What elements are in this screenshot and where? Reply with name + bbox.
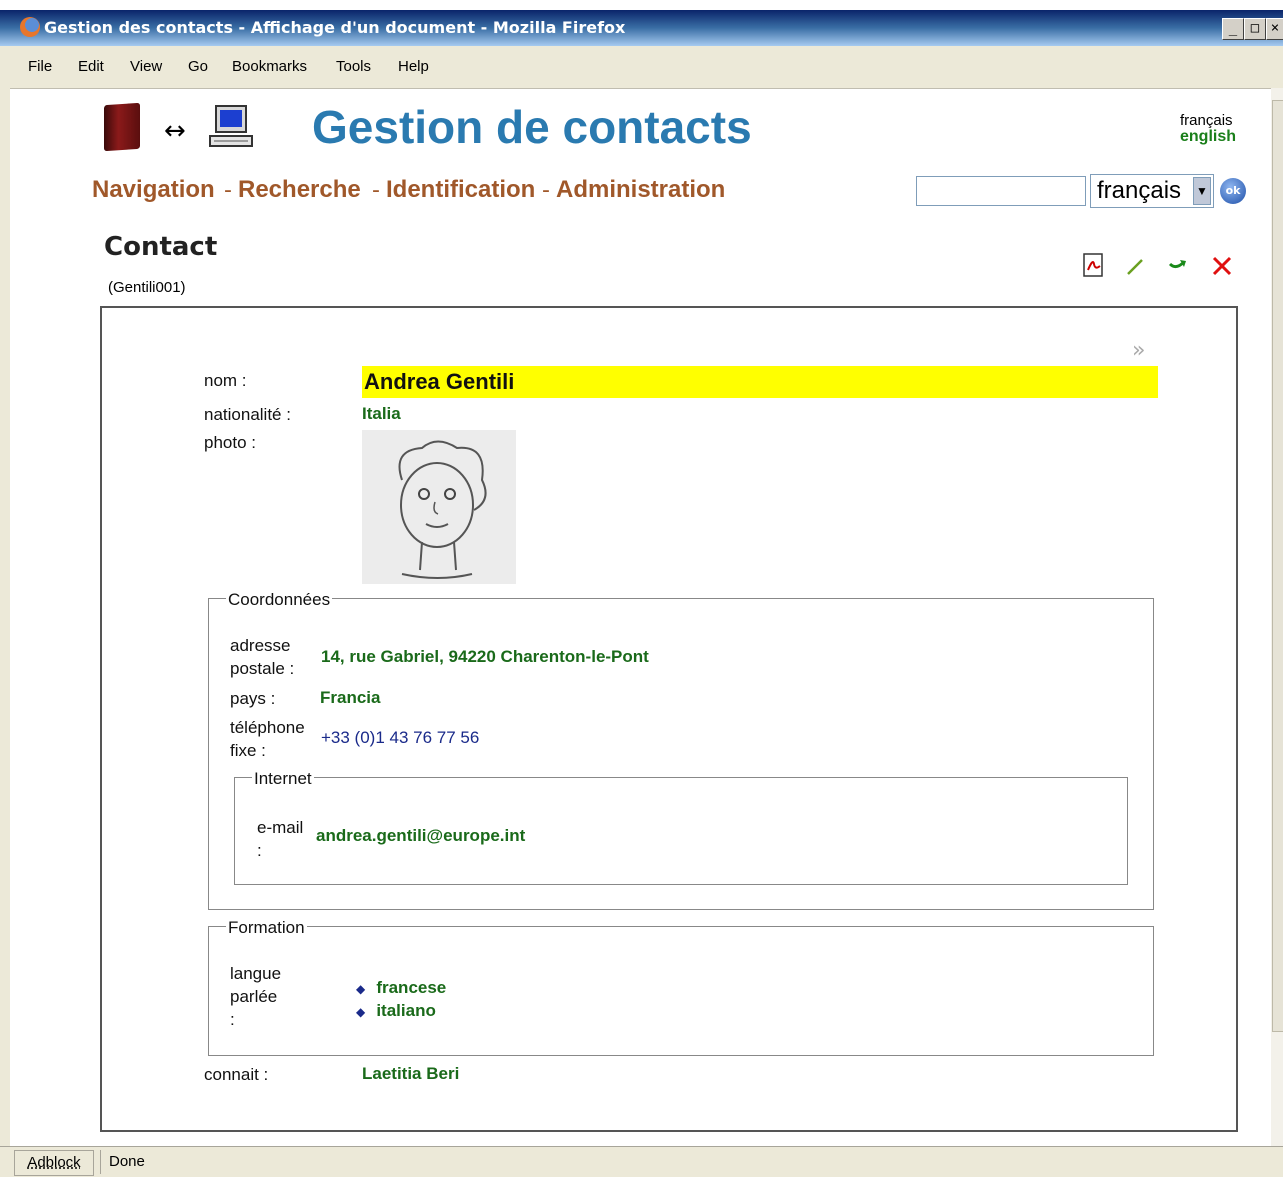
nav-separator: - (372, 178, 380, 203)
nationalite-value: Italia (362, 404, 401, 423)
menu-view[interactable]: View (130, 58, 162, 75)
adresse-label-line1: adresse (230, 636, 291, 655)
menu-bookmarks[interactable]: Bookmarks (232, 58, 307, 75)
double-arrow-icon: ↔ (164, 116, 186, 146)
menu-file[interactable]: File (28, 58, 52, 75)
next-arrow-icon[interactable]: » (1132, 338, 1145, 363)
address-book-icon (104, 102, 140, 152)
nom-value: Andrea Gentili (364, 369, 515, 394)
window-title: Gestion des contacts - Affichage d'un do… (44, 18, 626, 37)
adresse-label-line2: postale : (230, 659, 295, 678)
nav-recherche[interactable]: Recherche (238, 176, 361, 204)
nav-administration[interactable]: Administration (556, 176, 725, 204)
nav-identification[interactable]: Identification (386, 176, 535, 204)
langue-list-item: ◆ francese (356, 978, 446, 998)
bullet-icon: ◆ (356, 982, 366, 996)
pays-label: pays : (230, 689, 276, 708)
site-title: Gestion de contacts (312, 101, 752, 153)
ok-button[interactable]: ok (1220, 178, 1246, 204)
nav-separator: - (542, 178, 550, 203)
menu-edit[interactable]: Edit (78, 58, 104, 75)
bullet-icon: ◆ (356, 1005, 366, 1019)
nav-navigation[interactable]: Navigation (92, 176, 215, 204)
langue-label-line1: langue (230, 964, 282, 983)
browser-frame-left (0, 88, 10, 1146)
connait-label: connait : (204, 1065, 269, 1084)
connait-value[interactable]: Laetitia Beri (362, 1064, 459, 1084)
langue-label-line3: : (230, 1010, 235, 1029)
pdf-icon[interactable] (1080, 252, 1108, 280)
maximize-button[interactable]: □ (1244, 18, 1266, 40)
langue-list-item: ◆ italiano (356, 1001, 436, 1021)
close-button[interactable]: × (1266, 18, 1283, 40)
telephone-label-line2: fixe : (230, 741, 266, 760)
email-label: e-mail : (257, 816, 303, 862)
minimize-button[interactable]: _ (1222, 18, 1244, 40)
coordonnees-legend: Coordonnées (226, 590, 333, 610)
langue-value: francese (376, 978, 447, 997)
page-title: Contact (104, 232, 218, 262)
edit-pencil-icon[interactable] (1122, 252, 1150, 280)
lang-link-francais[interactable]: français (1180, 112, 1233, 129)
language-select-value: français (1097, 177, 1182, 204)
contact-photo (362, 430, 516, 584)
menu-tools[interactable]: Tools (336, 58, 371, 75)
telephone-label: téléphone fixe : (230, 716, 305, 762)
formation-legend: Formation (226, 918, 307, 938)
menu-help[interactable]: Help (398, 58, 429, 75)
photo-label: photo : (204, 433, 256, 452)
nationalite-label: nationalité : (204, 405, 291, 424)
email-label-line2: : (257, 841, 262, 860)
formation-fieldset (208, 926, 1154, 1056)
internet-legend: Internet (252, 769, 314, 789)
adresse-label: adresse postale : (230, 634, 294, 680)
telephone-label-line1: téléphone (230, 718, 305, 737)
nom-label: nom : (204, 371, 247, 390)
firefox-icon (20, 17, 40, 37)
langue-label-line2: parlée (230, 987, 278, 1006)
email-value[interactable]: andrea.gentili@europe.int (316, 826, 525, 846)
redo-arrow-icon[interactable] (1164, 252, 1192, 280)
status-text: Done (100, 1150, 145, 1174)
chevron-down-icon[interactable]: ▼ (1193, 177, 1211, 205)
pays-value: Francia (320, 688, 381, 707)
search-input[interactable] (916, 176, 1086, 206)
menu-go[interactable]: Go (188, 58, 208, 75)
nav-separator: - (224, 178, 232, 203)
adblock-label: Adblock (27, 1154, 81, 1171)
adresse-value: 14, rue Gabriel, 94220 Charenton-le-Pont (321, 647, 649, 666)
telephone-value: +33 (0)1 43 76 77 56 (321, 728, 480, 747)
document-id: (Gentili001) (108, 279, 186, 296)
adblock-button[interactable]: Adblock (14, 1150, 94, 1176)
langue-label: langue parlée : (230, 962, 281, 1031)
lang-link-english[interactable]: english (1180, 128, 1236, 146)
delete-x-icon[interactable] (1208, 252, 1236, 280)
scrollbar-thumb[interactable] (1272, 100, 1283, 1032)
language-select[interactable]: français ▼ (1090, 174, 1214, 208)
status-bar (0, 1146, 1283, 1177)
email-label-line1: e-mail (257, 818, 304, 837)
langue-value: italiano (376, 1001, 436, 1020)
computer-icon (209, 105, 253, 147)
